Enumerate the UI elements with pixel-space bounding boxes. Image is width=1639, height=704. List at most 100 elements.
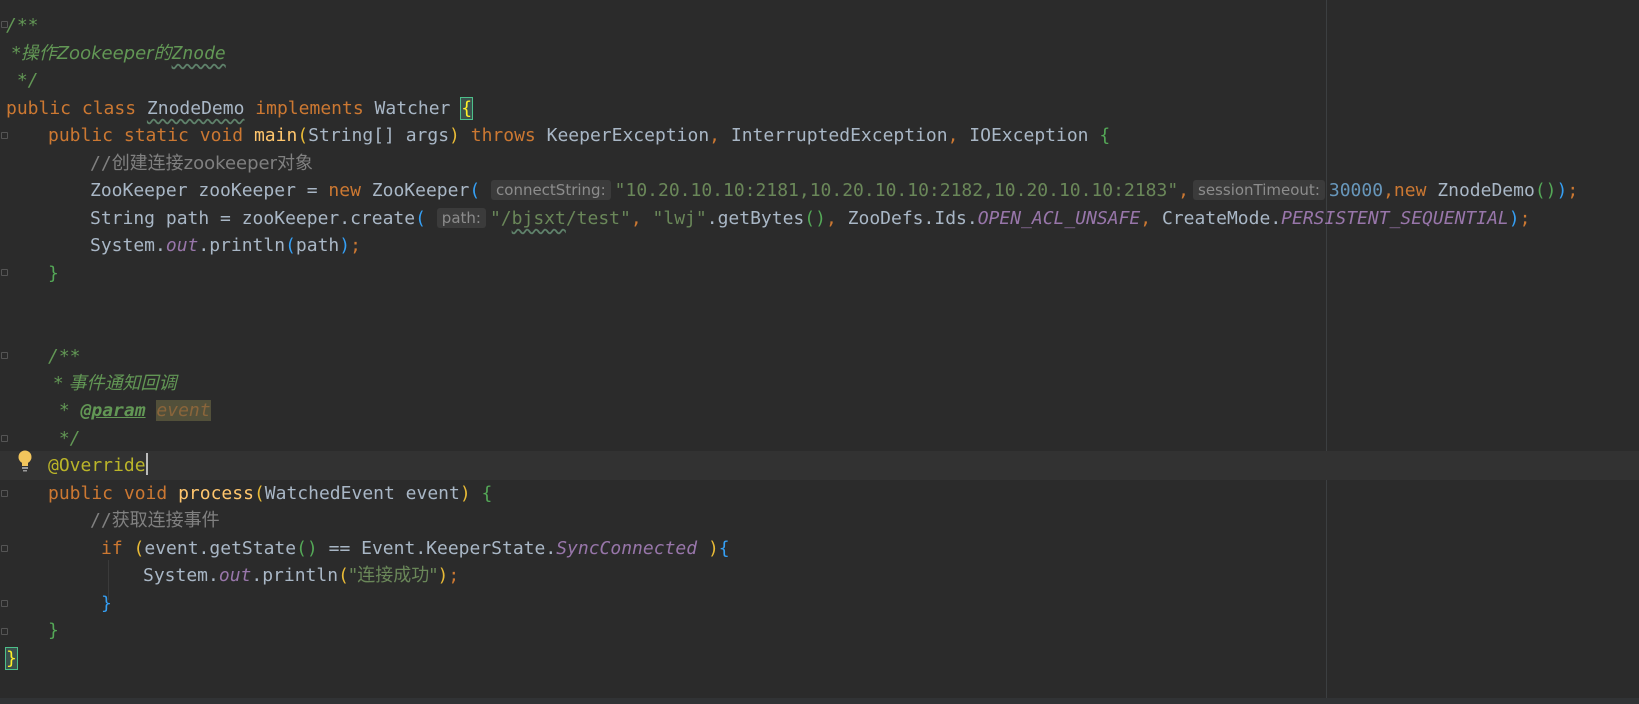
method-call: .println [198, 235, 286, 256]
brace: } [48, 263, 59, 284]
class-reference: System. [143, 565, 219, 586]
method-call: .getBytes [706, 208, 805, 229]
line-comment: // [90, 510, 112, 531]
class-name: ZnodeDemo [146, 98, 245, 119]
lightbulb-icon[interactable] [17, 450, 33, 472]
number-literal: 30000 [1328, 180, 1384, 201]
code-line[interactable]: if (event.getState() == Event.KeeperStat… [101, 534, 730, 563]
code-line[interactable]: */ [48, 424, 81, 453]
parameters: WatchedEvent event [264, 483, 460, 504]
fold-marker[interactable] [1, 490, 8, 497]
keyword: if [101, 538, 123, 559]
keyword: public [48, 125, 114, 146]
parameters: String[] args [308, 125, 450, 146]
doc-comment: */ [48, 428, 81, 449]
exception-type: IOException [969, 125, 1089, 146]
code-editor[interactable]: /** *操作Zookeeper的Znode */ public class Z… [0, 0, 1639, 704]
fold-marker[interactable] [1, 269, 8, 276]
method-call: .println [251, 565, 339, 586]
class-reference: CreateMode. [1161, 208, 1282, 229]
static-field: PERSISTENT_SEQUENTIAL [1281, 208, 1509, 229]
static-field: OPEN_ACL_UNSAFE [977, 208, 1141, 229]
expression: == Event.KeeperState. [317, 538, 557, 559]
doc-tag: @param [80, 400, 146, 421]
constructor: ZooKeeper [371, 180, 470, 201]
brace: { [718, 538, 730, 559]
declaration: String path = zooKeeper.create [90, 208, 416, 229]
interface-name: Watcher [374, 98, 451, 119]
line-comment-text: 创建连接zookeeper对象 [111, 153, 313, 174]
static-field: out [218, 565, 252, 586]
code-line[interactable]: /** [48, 342, 81, 371]
code-line[interactable]: //获取连接事件 [90, 506, 220, 535]
current-line-highlight [0, 451, 1639, 480]
code-line[interactable]: } [101, 589, 112, 618]
keyword: new [328, 180, 361, 201]
code-line[interactable]: } [48, 259, 59, 288]
string-literal: "连接成功" [348, 565, 438, 586]
code-line[interactable]: public class ZnodeDemo implements Watche… [6, 94, 474, 123]
keyword: throws [470, 125, 536, 146]
brace: { [481, 483, 493, 504]
constructor: ZnodeDemo [1437, 180, 1535, 201]
code-line[interactable]: @Override [48, 451, 148, 480]
fold-marker[interactable] [1, 435, 8, 442]
doc-comment: */ [6, 70, 39, 91]
annotation: @Override [48, 455, 146, 476]
editor-bottom-edge [0, 698, 1639, 704]
line-comment-text: 获取连接事件 [111, 510, 220, 531]
keyword: class [81, 98, 137, 119]
semicolon: ; [350, 235, 361, 256]
code-line[interactable]: String path = zooKeeper.create( path: "/b… [90, 204, 1530, 233]
code-line[interactable]: * @param event [48, 396, 211, 425]
semicolon: ; [1567, 180, 1579, 201]
doc-comment: * [48, 400, 81, 421]
doc-comment-word: Znode [171, 43, 226, 64]
string-literal: "/ [489, 208, 512, 229]
string-literal: "10.20.10.10:2181,10.20.10.10:2182,10.20… [614, 180, 1179, 201]
fold-marker[interactable] [1, 600, 8, 607]
code-line[interactable]: public static void main(String[] args) t… [48, 121, 1110, 150]
matched-brace: { [460, 97, 474, 120]
code-line[interactable]: */ [6, 66, 39, 95]
static-field: out [165, 235, 199, 256]
string-literal: "lwj" [652, 208, 707, 229]
fold-marker[interactable] [1, 628, 8, 635]
class-reference: ZooDefs.Ids. [847, 208, 978, 229]
fold-marker[interactable] [1, 545, 8, 552]
code-line[interactable]: * 事件通知回调 [48, 369, 177, 398]
code-line[interactable]: *操作Zookeeper的Znode [6, 39, 226, 68]
keyword: new [1393, 180, 1427, 201]
keyword: public [6, 98, 72, 119]
argument: path [295, 235, 340, 256]
keyword: implements [255, 98, 364, 119]
method-call: event.getState [144, 538, 297, 559]
declaration: ZooKeeper zooKeeper = [90, 180, 329, 201]
string-literal: /test" [565, 208, 631, 229]
doc-param-name: event [156, 400, 211, 421]
code-line[interactable]: } [5, 644, 18, 673]
fold-marker[interactable] [1, 352, 8, 359]
keyword: void [199, 125, 244, 146]
parameter-hint: connectString: [491, 180, 611, 200]
matched-brace: } [5, 647, 18, 670]
brace: } [101, 593, 112, 614]
code-line[interactable]: public void process(WatchedEvent event) … [48, 479, 492, 508]
line-comment: // [90, 153, 112, 174]
fold-marker[interactable] [1, 132, 8, 139]
brace: { [1099, 125, 1111, 146]
code-line[interactable]: System.out.println("连接成功"); [143, 561, 459, 590]
semicolon: ; [1519, 208, 1531, 229]
text-cursor [145, 453, 148, 475]
right-margin-guide [1326, 0, 1327, 704]
code-line[interactable]: //创建连接zookeeper对象 [90, 149, 313, 178]
parameter-hint: path: [436, 208, 486, 228]
code-line[interactable]: } [48, 616, 59, 645]
code-line[interactable]: ZooKeeper zooKeeper = new ZooKeeper( con… [90, 176, 1578, 205]
exception-type: KeeperException [546, 125, 710, 146]
method-name: main [253, 125, 298, 146]
code-line[interactable]: System.out.println(path); [90, 231, 361, 260]
doc-comment: *操作Zookeeper的 [6, 43, 172, 64]
code-line[interactable]: /** [6, 11, 39, 40]
keyword: static [123, 125, 189, 146]
